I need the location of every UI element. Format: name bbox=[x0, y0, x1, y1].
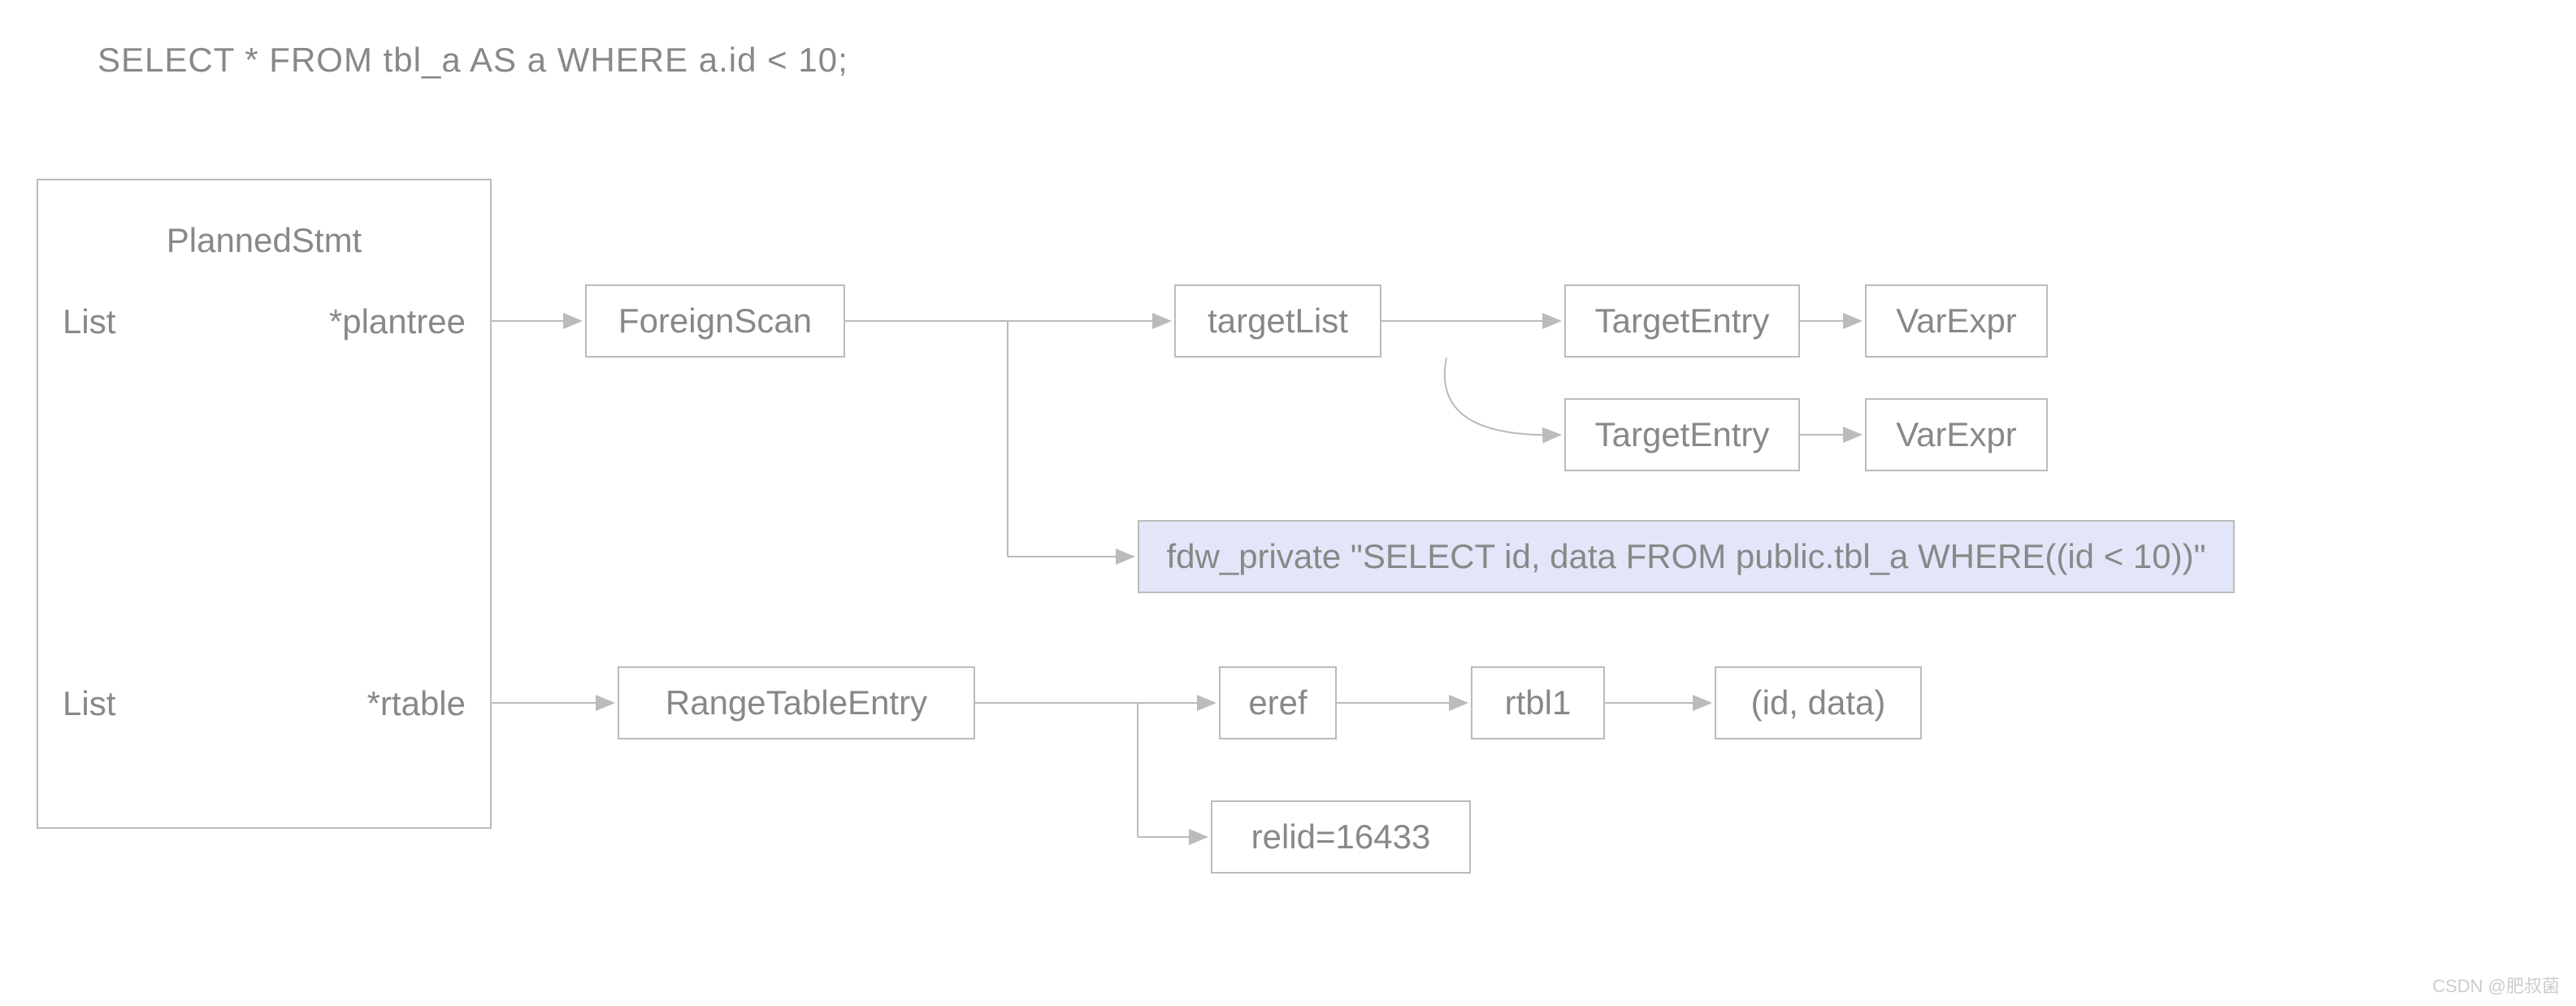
targetentry2-node: TargetEntry bbox=[1564, 398, 1800, 471]
eref-node: eref bbox=[1219, 666, 1337, 739]
varexpr2-node: VarExpr bbox=[1865, 398, 2048, 471]
targetlist-node: targetList bbox=[1174, 284, 1381, 358]
watermark-text: CSDN @肥叔菌 bbox=[2432, 972, 2560, 998]
relid-node: relid=16433 bbox=[1211, 800, 1471, 874]
varexpr1-node: VarExpr bbox=[1865, 284, 2048, 358]
rtable-field: *rtable bbox=[367, 684, 466, 723]
fdw-private-node: fdw_private "SELECT id, data FROM public… bbox=[1138, 520, 2235, 593]
rtbl1-node: rtbl1 bbox=[1471, 666, 1605, 739]
plannedstmt-box: PlannedStmt List *plantree List *rtable bbox=[37, 179, 492, 829]
foreignscan-node: ForeignScan bbox=[585, 284, 845, 358]
rtable-row: List *rtable bbox=[38, 684, 490, 723]
targetentry1-node: TargetEntry bbox=[1564, 284, 1800, 358]
plannedstmt-title: PlannedStmt bbox=[38, 221, 490, 260]
id-data-node: (id, data) bbox=[1715, 666, 1922, 739]
rtable-type: List bbox=[63, 684, 115, 723]
plantree-field: *plantree bbox=[329, 302, 466, 341]
rangetableentry-node: RangeTableEntry bbox=[618, 666, 975, 739]
plantree-row: List *plantree bbox=[38, 302, 490, 341]
sql-query-text: SELECT * FROM tbl_a AS a WHERE a.id < 10… bbox=[98, 41, 848, 80]
plantree-type: List bbox=[63, 302, 115, 341]
